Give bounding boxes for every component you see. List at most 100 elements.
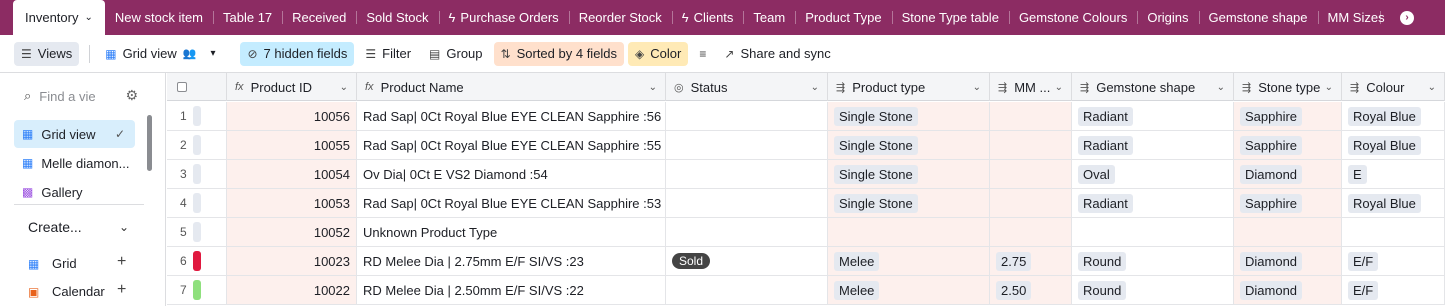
table-cell[interactable] bbox=[666, 131, 828, 159]
tab-sold-stock[interactable]: Sold Stock bbox=[356, 0, 438, 35]
sidebar-view-item[interactable]: ▩ Gallery bbox=[14, 178, 135, 206]
plus-icon[interactable]: + bbox=[117, 281, 126, 299]
table-cell[interactable]: 10052 bbox=[227, 218, 357, 246]
column-header[interactable]: ⇶ Colour ⌄ bbox=[1342, 73, 1445, 101]
table-cell[interactable]: Ov Dia| 0Ct E VS2 Diamond :54 bbox=[357, 160, 666, 188]
tab-team[interactable]: Team bbox=[743, 0, 795, 35]
create-view-heading[interactable]: Create... bbox=[28, 219, 82, 235]
table-cell[interactable] bbox=[990, 131, 1072, 159]
tab-origins[interactable]: Origins bbox=[1137, 0, 1198, 35]
select-all-cell[interactable] bbox=[167, 73, 227, 101]
table-cell[interactable]: Radiant bbox=[1072, 131, 1234, 159]
column-header[interactable]: ◎ Status ⌄ bbox=[666, 73, 828, 101]
grid-view-switcher[interactable]: ▦ Grid view 👥 ▾ bbox=[98, 42, 222, 66]
table-cell[interactable]: RD Melee Dia | 2.75mm E/F SI/VS :23 bbox=[357, 247, 666, 275]
table-cell[interactable]: Sapphire bbox=[1234, 189, 1342, 217]
table-cell[interactable]: Melee bbox=[828, 276, 990, 304]
table-cell[interactable]: 10023 bbox=[227, 247, 357, 275]
tab-clients[interactable]: ϟ Clients bbox=[671, 0, 744, 35]
table-cell[interactable]: Single Stone bbox=[828, 102, 990, 130]
tab-purchase-orders[interactable]: ϟ Purchase Orders bbox=[438, 0, 569, 35]
chevron-down-icon[interactable]: ⌄ bbox=[1217, 82, 1225, 93]
table-cell[interactable] bbox=[666, 102, 828, 130]
sidebar-view-item[interactable]: ▦ Grid view ✓ bbox=[14, 120, 135, 148]
select-all-checkbox[interactable] bbox=[177, 82, 187, 92]
table-row[interactable]: 1 10056 Rad Sap| 0Ct Royal Blue EYE CLEAN … bbox=[167, 102, 1445, 131]
tab-reorder-stock[interactable]: Reorder Stock bbox=[568, 0, 672, 35]
table-cell[interactable]: 2.50 bbox=[990, 276, 1072, 304]
filter-button[interactable]: ☰ Filter bbox=[358, 42, 418, 66]
table-row[interactable]: 3 10054 Ov Dia| 0Ct E VS2 Diamond :54 Singl… bbox=[167, 160, 1445, 189]
table-cell[interactable]: Royal Blue bbox=[1342, 102, 1445, 130]
chevron-down-icon[interactable]: ⌄ bbox=[973, 82, 981, 93]
table-cell[interactable] bbox=[666, 160, 828, 188]
column-header[interactable]: ⇶ Stone type ⌄ bbox=[1234, 73, 1342, 101]
column-header[interactable]: ⇶ Gemstone shape ⌄ bbox=[1072, 73, 1234, 101]
table-cell[interactable]: 2.75 bbox=[990, 247, 1072, 275]
chevron-down-icon[interactable]: ⌄ bbox=[1055, 82, 1063, 93]
color-button[interactable]: ◈ Color bbox=[628, 41, 689, 66]
table-cell[interactable]: Unknown Product Type bbox=[357, 218, 666, 246]
chevron-down-icon[interactable]: ⌄ bbox=[119, 220, 129, 234]
table-cell[interactable]: Sapphire bbox=[1234, 131, 1342, 159]
group-button[interactable]: ▤ Group bbox=[422, 42, 489, 66]
table-cell[interactable]: Melee bbox=[828, 247, 990, 275]
table-cell[interactable]: E/F bbox=[1342, 276, 1445, 304]
table-cell[interactable]: E bbox=[1342, 160, 1445, 188]
share-sync-button[interactable]: ↗ Share and sync bbox=[717, 42, 837, 66]
tab-gemstone-shape[interactable]: Gemstone shape bbox=[1198, 0, 1318, 35]
table-cell[interactable]: Round bbox=[1072, 247, 1234, 275]
sidebar-view-item[interactable]: ▦ Melle diamon... bbox=[14, 149, 135, 177]
tab-inventory[interactable]: Inventory ⌄ bbox=[13, 0, 105, 35]
table-cell[interactable]: Sapphire bbox=[1234, 102, 1342, 130]
table-cell[interactable]: Round bbox=[1072, 276, 1234, 304]
table-cell[interactable] bbox=[1342, 218, 1445, 246]
table-cell[interactable]: Rad Sap| 0Ct Royal Blue EYE CLEAN Sapphi… bbox=[357, 131, 666, 159]
table-cell[interactable]: Single Stone bbox=[828, 189, 990, 217]
tab-table-17[interactable]: Table 17 bbox=[213, 0, 282, 35]
tab-gemstone-colours[interactable]: Gemstone Colours bbox=[1008, 0, 1137, 35]
table-cell[interactable]: Radiant bbox=[1072, 102, 1234, 130]
plus-icon[interactable]: + bbox=[117, 253, 126, 271]
table-row[interactable]: 4 10053 Rad Sap| 0Ct Royal Blue EYE CLEAN … bbox=[167, 189, 1445, 218]
table-cell[interactable] bbox=[828, 218, 990, 246]
table-cell[interactable]: 10022 bbox=[227, 276, 357, 304]
find-view-search[interactable]: ⌕ Find a vie ⚙ bbox=[14, 83, 144, 109]
table-cell[interactable]: Single Stone bbox=[828, 160, 990, 188]
table-cell[interactable]: Single Stone bbox=[828, 131, 990, 159]
table-cell[interactable]: E/F bbox=[1342, 247, 1445, 275]
column-header[interactable]: fx Product Name ⌄ bbox=[357, 73, 666, 101]
column-header[interactable]: ⇶ MM ... ⌄ bbox=[990, 73, 1072, 101]
chevron-down-icon[interactable]: ⌄ bbox=[649, 82, 657, 93]
table-row[interactable]: 7 10022 RD Melee Dia | 2.50mm E/F SI/VS :2… bbox=[167, 276, 1445, 305]
table-cell[interactable]: Diamond bbox=[1234, 247, 1342, 275]
tab-product-type[interactable]: Product Type bbox=[795, 0, 891, 35]
tab-new-stock-item[interactable]: New stock item bbox=[105, 0, 213, 35]
table-cell[interactable]: Rad Sap| 0Ct Royal Blue EYE CLEAN Sapphi… bbox=[357, 189, 666, 217]
table-cell[interactable]: 10053 bbox=[227, 189, 357, 217]
hidden-fields-button[interactable]: ⊘ 7 hidden fields bbox=[240, 41, 355, 66]
table-cell[interactable]: 10054 bbox=[227, 160, 357, 188]
sort-button[interactable]: ⇅ Sorted by 4 fields bbox=[493, 41, 625, 66]
row-height-button[interactable]: ≡ bbox=[692, 42, 713, 66]
table-cell[interactable]: Royal Blue bbox=[1342, 131, 1445, 159]
table-cell[interactable]: Royal Blue bbox=[1342, 189, 1445, 217]
table-cell[interactable]: Diamond bbox=[1234, 276, 1342, 304]
table-cell[interactable]: Sold bbox=[666, 247, 828, 275]
chevron-down-icon[interactable]: ⌄ bbox=[1325, 82, 1333, 93]
tabs-overflow[interactable]: › bbox=[1380, 0, 1414, 35]
tab-received[interactable]: Received bbox=[282, 0, 356, 35]
create-view-option[interactable]: ▦ Grid bbox=[28, 256, 77, 271]
table-row[interactable]: 6 10023 RD Melee Dia | 2.75mm E/F SI/VS :2… bbox=[167, 247, 1445, 276]
table-cell[interactable] bbox=[990, 218, 1072, 246]
table-cell[interactable]: RD Melee Dia | 2.50mm E/F SI/VS :22 bbox=[357, 276, 666, 304]
table-cell[interactable] bbox=[1072, 218, 1234, 246]
tab-stone-type-table[interactable]: Stone Type table bbox=[891, 0, 1009, 35]
table-cell[interactable] bbox=[990, 102, 1072, 130]
table-cell[interactable]: 10055 bbox=[227, 131, 357, 159]
gear-icon[interactable]: ⚙ bbox=[125, 87, 138, 104]
table-cell[interactable]: Diamond bbox=[1234, 160, 1342, 188]
table-cell[interactable]: Oval bbox=[1072, 160, 1234, 188]
table-cell[interactable]: 10056 bbox=[227, 102, 357, 130]
chevron-down-icon[interactable]: ⌄ bbox=[811, 82, 819, 93]
